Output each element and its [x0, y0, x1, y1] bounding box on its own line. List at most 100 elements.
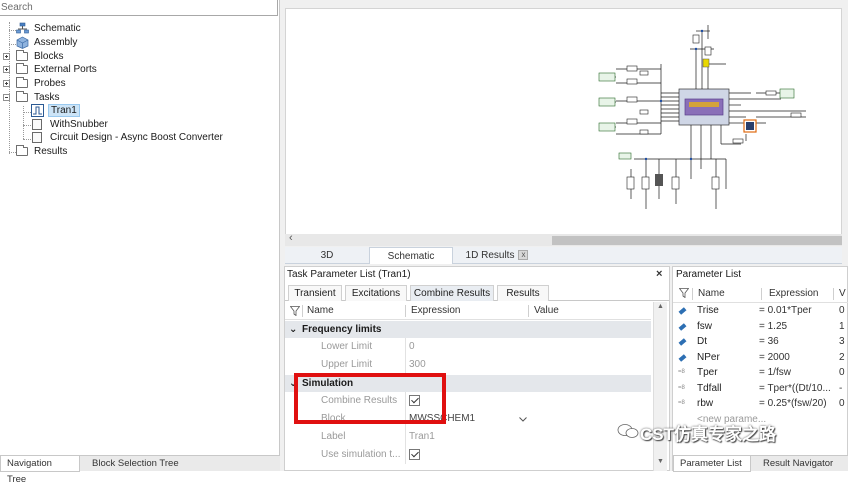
param-row[interactable]: Use simulation t... — [285, 446, 651, 464]
tab-results[interactable]: Results — [497, 285, 549, 301]
column-expression[interactable]: Expression — [411, 302, 460, 320]
search-input[interactable]: Search — [0, 0, 278, 16]
tree-item-tran1[interactable]: Tran1 — [31, 104, 80, 117]
column-name[interactable]: Name — [698, 285, 725, 303]
tree-item-label: Assembly — [34, 37, 78, 48]
parameter-row[interactable]: fsw = 1.25 1 — [673, 319, 848, 335]
tree-item-withsnubber[interactable]: WithSnubber — [31, 118, 231, 131]
param-name: Label — [321, 431, 346, 442]
param-expression: = Tper*((Dt/10... — [759, 382, 831, 394]
wechat-logo — [617, 424, 639, 438]
scroll-up-icon[interactable]: ▲ — [657, 303, 664, 310]
parameter-row[interactable]: Dt = 36 3 — [673, 334, 848, 350]
param-row[interactable]: Upper Limit 300 — [285, 356, 651, 374]
tab-block-selection-tree[interactable]: Block Selection Tree — [86, 456, 186, 472]
column-value[interactable]: V — [839, 285, 846, 303]
tree-line — [23, 125, 31, 126]
param-row[interactable]: Lower Limit 0 — [285, 338, 651, 356]
tab-navigation-tree[interactable]: Navigation Tree — [0, 456, 80, 485]
column-separator — [692, 288, 693, 300]
param-value: - — [839, 382, 843, 394]
param-name: rbw — [697, 398, 714, 409]
cell-divider — [405, 338, 406, 356]
pin-icon[interactable] — [679, 307, 688, 315]
document-icon — [32, 119, 42, 130]
tree-item-assembly[interactable]: Assembly — [16, 36, 216, 49]
column-separator — [302, 305, 303, 317]
expand-icon[interactable] — [3, 53, 10, 60]
section-frequency-limits[interactable]: ⌄ Frequency limits — [285, 321, 651, 338]
chevron-down-icon[interactable] — [519, 417, 527, 422]
tree-item-results[interactable]: Results — [16, 145, 216, 158]
tree-item-label: Results — [34, 146, 68, 157]
folder-icon — [16, 145, 28, 156]
parameter-row[interactable]: Trise = 0.01*Tper 0 — [673, 303, 848, 319]
tab-parameter-list[interactable]: Parameter List — [673, 456, 751, 472]
param-name: Tper — [697, 367, 718, 378]
highlight-box — [294, 373, 446, 424]
param-name: fsw — [697, 320, 712, 332]
tab-result-navigator[interactable]: Result Navigator — [757, 456, 847, 472]
tree-item-external-ports[interactable]: External Ports — [2, 63, 202, 76]
tree-item-blocks[interactable]: Blocks — [2, 50, 202, 63]
param-name: NPer — [697, 351, 720, 363]
unpinned-icon[interactable]: =8 — [678, 365, 687, 375]
section-label: Frequency limits — [302, 324, 382, 335]
schematic-icon — [16, 22, 29, 34]
tree-item-label: Probes — [34, 78, 66, 89]
filter-icon[interactable] — [679, 288, 689, 298]
param-name: Upper Limit — [321, 359, 373, 370]
param-name: Use simulation t... — [321, 449, 401, 460]
tree-item-tasks[interactable]: Tasks — [2, 91, 202, 104]
tab-excitations[interactable]: Excitations — [345, 285, 407, 301]
schematic-canvas[interactable] — [285, 8, 842, 246]
param-expression: = 36 — [759, 336, 779, 347]
scroll-down-icon[interactable]: ▼ — [657, 458, 664, 465]
tab-1d-results[interactable]: 1D Results x — [459, 247, 535, 264]
param-value: 0 — [839, 367, 845, 378]
column-value[interactable]: Value — [534, 302, 559, 320]
collapse-icon[interactable] — [3, 94, 10, 101]
pin-icon[interactable] — [679, 323, 688, 331]
tree-item-label: Blocks — [34, 51, 64, 62]
column-separator — [761, 288, 762, 300]
tree-line — [9, 152, 16, 153]
pin-icon[interactable] — [679, 338, 688, 346]
param-row[interactable]: Label Tran1 — [285, 428, 651, 446]
param-expression: Tran1 — [409, 431, 435, 442]
tree-item-schematic[interactable]: Schematic — [16, 22, 216, 35]
parameter-row[interactable]: NPer = 2000 2 — [673, 350, 848, 366]
column-name[interactable]: Name — [307, 302, 334, 320]
tree-item-probes[interactable]: Probes — [2, 77, 202, 90]
circuit-schematic-drawing — [598, 25, 806, 209]
unpinned-icon[interactable]: =8 — [678, 396, 687, 406]
parameter-row[interactable]: =8 Tper = 1/fsw 0 — [673, 365, 848, 381]
expand-icon[interactable] — [3, 80, 10, 87]
watermark-text: CST仿真专家之路 — [640, 425, 776, 444]
column-expression[interactable]: Expression — [769, 285, 818, 303]
vertical-scrollbar[interactable]: ▲ ▼ — [653, 302, 667, 471]
tab-combine-results[interactable]: Combine Results — [410, 285, 494, 301]
param-value: 1 — [839, 320, 845, 332]
close-icon[interactable]: × — [656, 268, 662, 280]
param-expression: = 0.01*Tper — [759, 305, 812, 316]
tab-3d[interactable]: 3D — [299, 247, 355, 264]
collapse-chevron-icon[interactable]: ⌄ — [289, 321, 297, 338]
unpinned-icon[interactable]: =8 — [678, 381, 687, 391]
grid-header: Name Expression Value — [285, 302, 651, 320]
scroll-left-icon[interactable]: ‹ — [289, 232, 293, 244]
tree-item-label: Schematic — [34, 23, 81, 34]
tab-transient[interactable]: Transient — [288, 285, 342, 301]
parameter-row[interactable]: =8 rbw = 0.25*(fsw/20) 0 — [673, 396, 848, 412]
tab-schematic[interactable]: Schematic — [369, 247, 453, 264]
use-simulation-checkbox[interactable] — [409, 449, 420, 460]
param-bottom-tabs: Parameter List Result Navigator — [673, 455, 848, 472]
expand-icon[interactable] — [3, 66, 10, 73]
parameter-row[interactable]: =8 Tdfall = Tper*((Dt/10... - — [673, 381, 848, 397]
pin-icon[interactable] — [679, 354, 688, 362]
filter-icon[interactable] — [290, 306, 300, 316]
param-name: Lower Limit — [321, 341, 373, 352]
tree-item-circuit-design[interactable]: Circuit Design - Async Boost Converter — [31, 131, 251, 144]
close-tab-icon[interactable]: x — [518, 250, 529, 261]
scrollbar-thumb[interactable] — [552, 236, 842, 245]
